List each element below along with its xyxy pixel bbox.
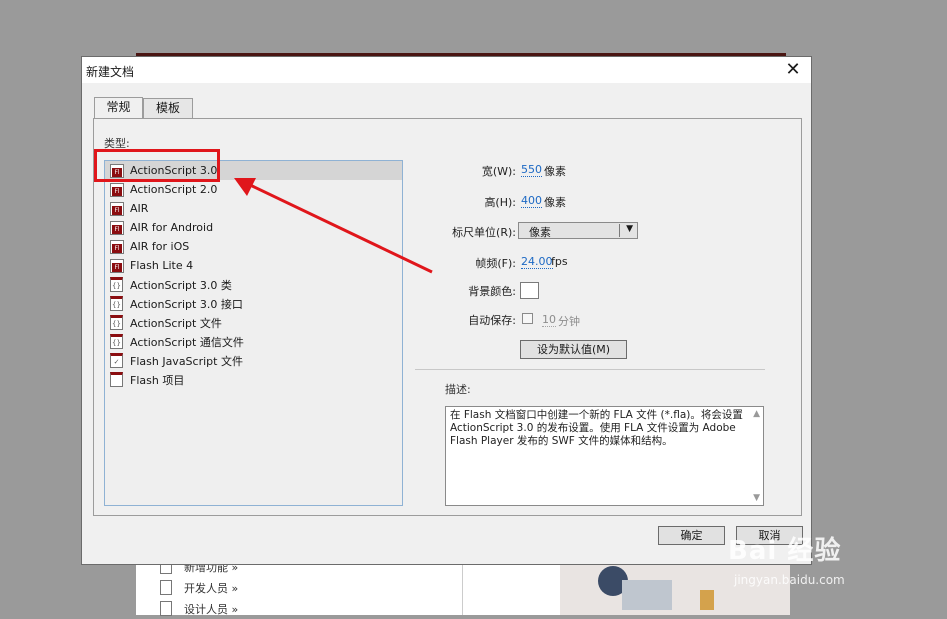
annotation-arrow bbox=[234, 178, 433, 274]
